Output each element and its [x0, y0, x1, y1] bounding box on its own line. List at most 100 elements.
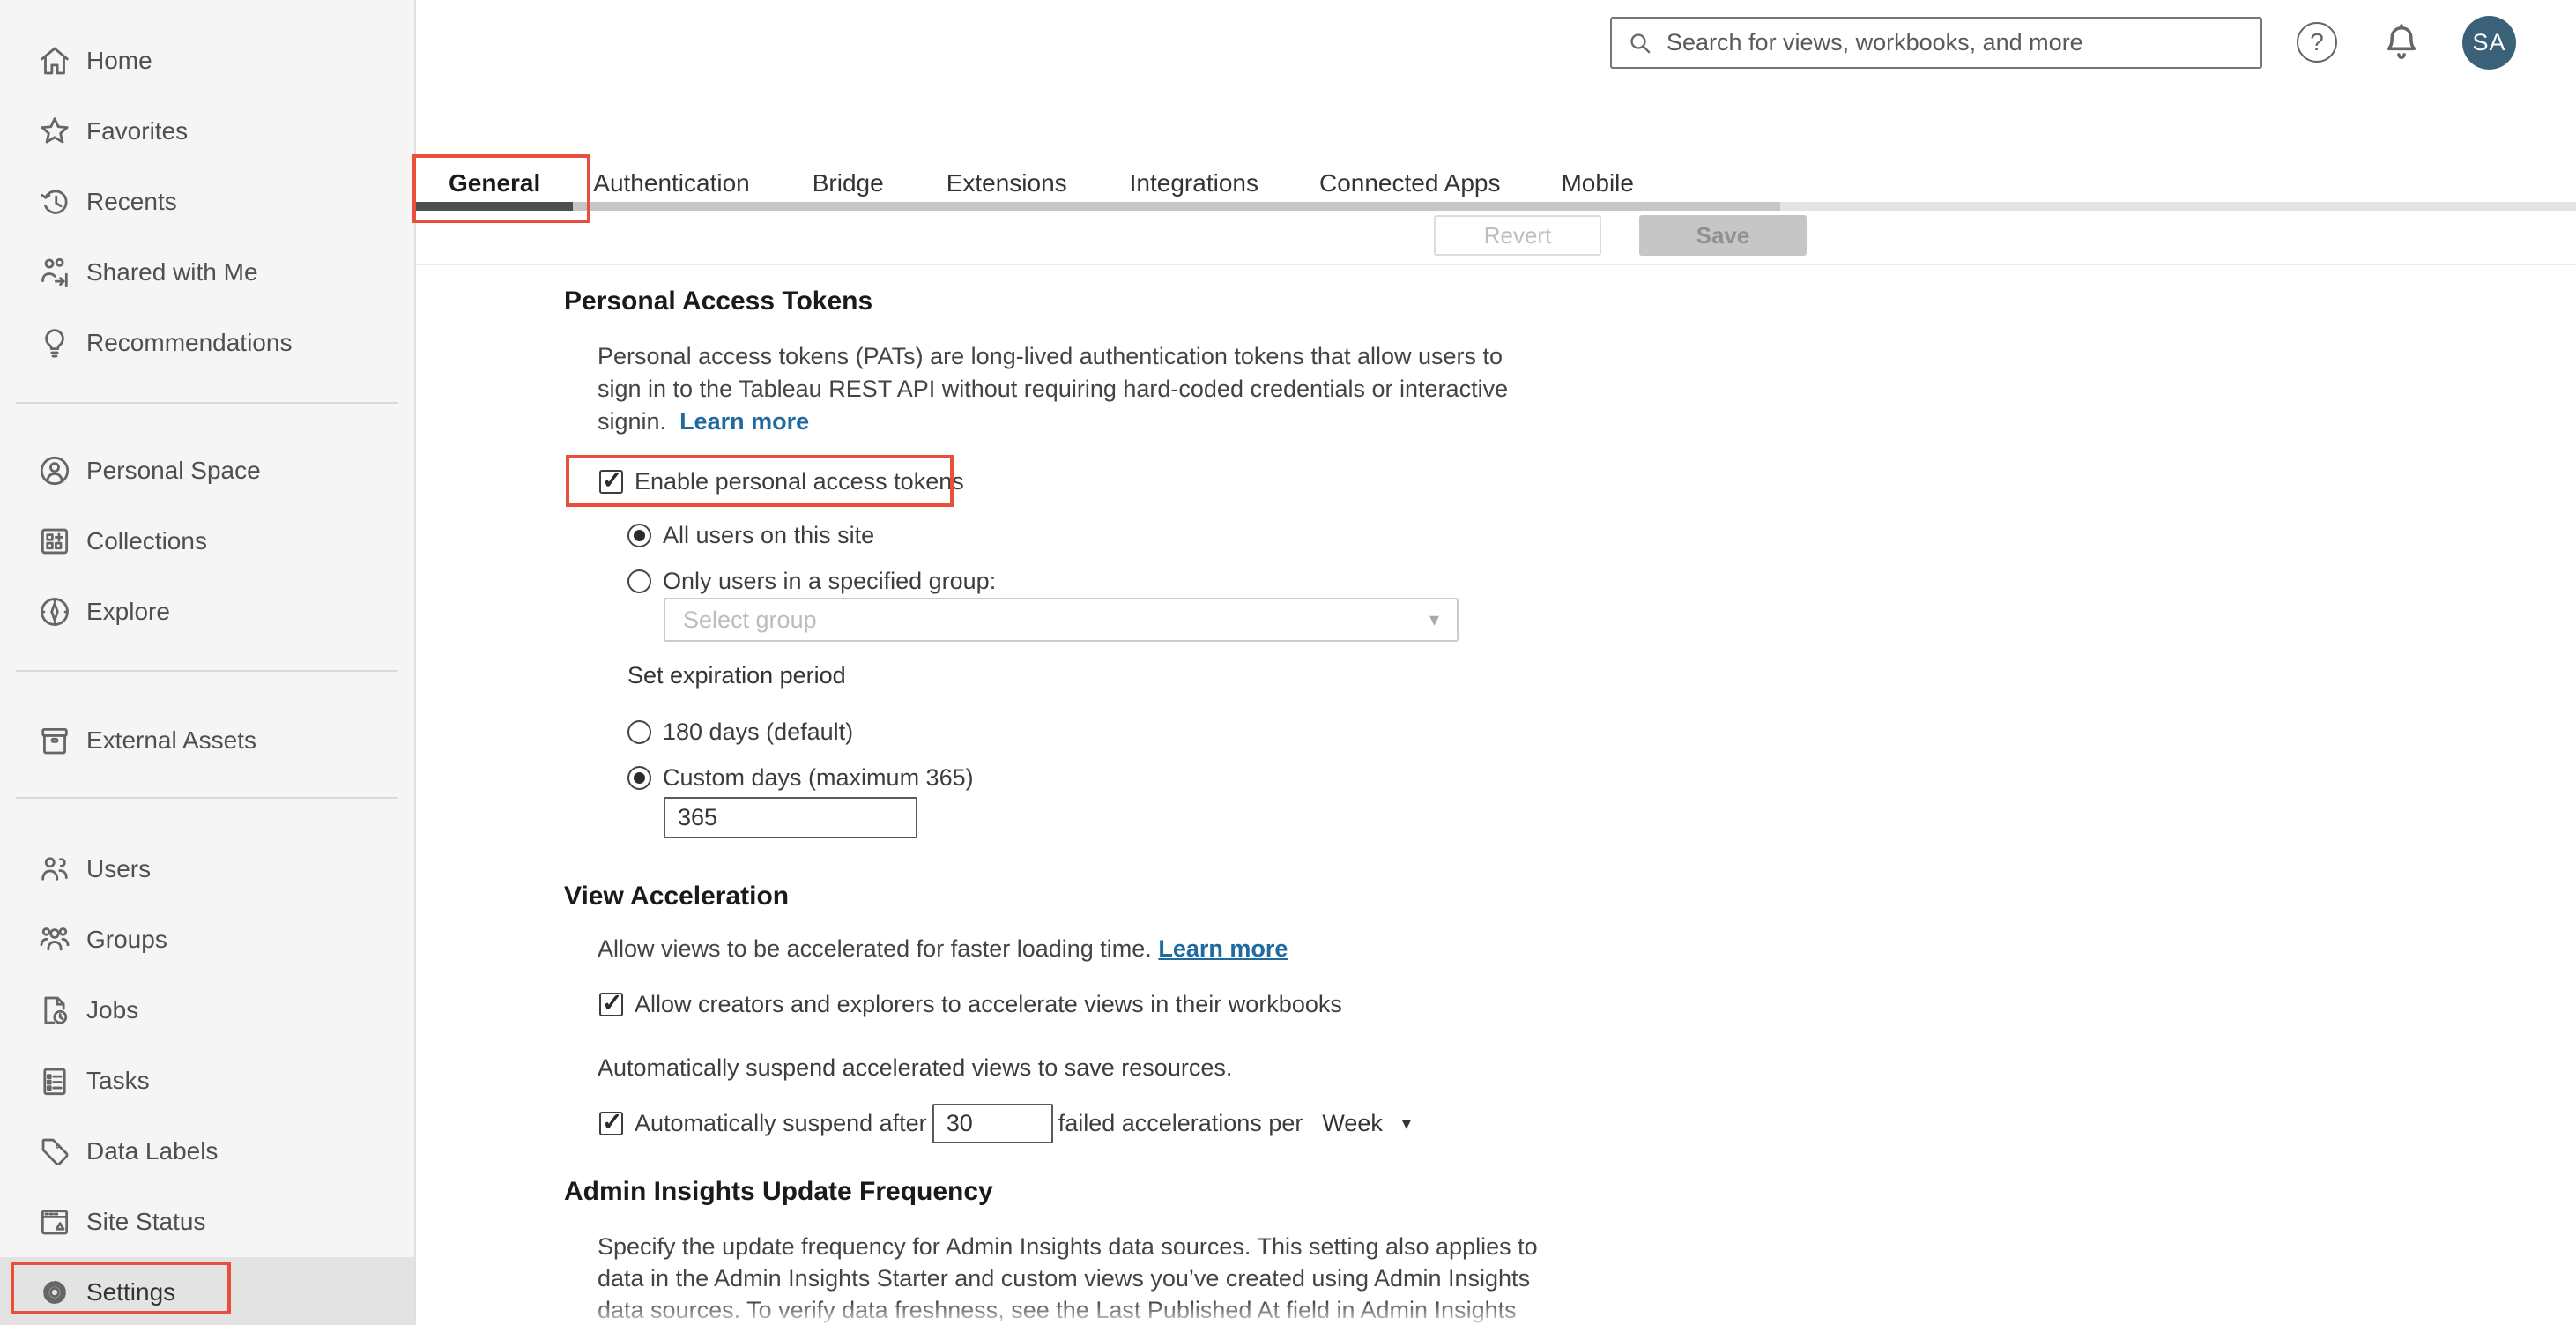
groups-icon [35, 920, 74, 959]
custom-days-row: Custom days (maximum 365) [627, 764, 974, 792]
sidebar-item-label: Tasks [86, 1067, 150, 1094]
specified-group-label: Only users in a specified group: [663, 568, 997, 594]
sidebar-item-label: Explore [86, 598, 170, 625]
period-value: Week [1322, 1110, 1383, 1136]
sidebar-item-recents[interactable]: Recents [0, 167, 414, 237]
pat-learn-more-link[interactable]: Learn more [679, 408, 809, 435]
auto-suspend-checkbox[interactable] [599, 1107, 623, 1136]
custom-days-input[interactable] [664, 797, 917, 838]
tab-authentication[interactable]: Authentication [593, 169, 749, 197]
sidebar-item-recommendations[interactable]: Recommendations [0, 308, 414, 378]
view-acceleration-title: View Acceleration [564, 882, 790, 911]
sidebar-item-label: Jobs [86, 996, 139, 1024]
all-users-row: All users on this site [627, 522, 874, 549]
sidebar-divider [16, 670, 398, 672]
allow-accelerate-checkbox[interactable] [599, 988, 623, 1017]
tab-extensions[interactable]: Extensions [947, 169, 1067, 197]
users-icon [35, 850, 74, 889]
search-input[interactable] [1667, 29, 2246, 56]
auto-suspend-suffix: failed accelerations per [1058, 1110, 1303, 1136]
sidebar-item-home[interactable]: Home [0, 26, 414, 96]
sidebar-item-users[interactable]: Users [0, 834, 414, 904]
sidebar-item-personal-space[interactable]: Personal Space [0, 435, 414, 506]
tableau-settings-page: Home Favorites Recents Shared with Me Re… [0, 0, 2576, 1325]
enable-pat-label: Enable personal access tokens [635, 468, 964, 495]
tag-icon [35, 1132, 74, 1171]
pat-description: Personal access tokens (PATs) are long-l… [598, 343, 1509, 435]
sidebar-divider [16, 402, 398, 404]
tab-connected-apps[interactable]: Connected Apps [1319, 169, 1501, 197]
sidebar-item-label: Recents [86, 188, 177, 215]
history-icon [35, 182, 74, 221]
avatar[interactable]: SA [2462, 16, 2516, 70]
days-180-label: 180 days (default) [663, 718, 854, 745]
help-icon[interactable]: ? [2297, 22, 2337, 63]
specified-group-radio[interactable] [627, 569, 651, 593]
sidebar-item-data-labels[interactable]: Data Labels [0, 1116, 414, 1187]
bottom-fade [418, 1302, 2576, 1325]
auto-suspend-row: Automatically suspend after failed accel… [599, 1103, 1411, 1144]
failed-accelerations-input[interactable] [932, 1104, 1053, 1143]
enable-pat-row: Enable personal access tokens [599, 465, 964, 495]
allow-accelerate-row: Allow creators and explorers to accelera… [599, 988, 1342, 1018]
enable-pat-checkbox[interactable] [599, 465, 623, 495]
search-icon [1630, 33, 1651, 53]
pat-section-title: Personal Access Tokens [564, 287, 873, 316]
header-divider [416, 264, 2576, 265]
view-acceleration-learn-more-link[interactable]: Learn more [1158, 935, 1288, 962]
tasks-icon [35, 1061, 74, 1100]
tab-scrollbar [416, 202, 2576, 211]
sidebar-item-label: Home [86, 47, 152, 74]
active-tab-underline [416, 202, 573, 211]
notifications-bell-icon[interactable] [2379, 19, 2424, 65]
group-select-dropdown[interactable]: Select group ▾ [664, 598, 1459, 642]
shared-icon [35, 253, 74, 292]
sidebar-item-label: Users [86, 855, 152, 882]
tab-general[interactable]: General [449, 169, 540, 197]
lightbulb-icon [35, 324, 74, 362]
sidebar-item-jobs[interactable]: Jobs [0, 975, 414, 1046]
jobs-icon [35, 991, 74, 1030]
sidebar-item-site-status[interactable]: Site Status [0, 1187, 414, 1257]
sidebar-item-tasks[interactable]: Tasks [0, 1046, 414, 1116]
period-dropdown[interactable]: Week ▾ [1322, 1110, 1411, 1137]
sidebar-item-groups[interactable]: Groups [0, 904, 414, 975]
site-status-icon [35, 1202, 74, 1241]
home-icon [35, 41, 74, 80]
chevron-down-icon: ▾ [1429, 608, 1439, 630]
days-180-radio[interactable] [627, 720, 651, 744]
sidebar-item-external-assets[interactable]: External Assets [0, 705, 414, 776]
drawer-icon [35, 721, 74, 760]
sidebar-item-label: Recommendations [86, 329, 293, 356]
revert-button[interactable]: Revert [1434, 215, 1601, 256]
sidebar: Home Favorites Recents Shared with Me Re… [0, 0, 416, 1325]
chevron-down-icon: ▾ [1401, 1114, 1411, 1134]
save-button[interactable]: Save [1639, 215, 1807, 256]
horizontal-scrollbar-thumb[interactable] [573, 202, 1780, 211]
person-circle-icon [35, 451, 74, 490]
sidebar-item-label: Collections [86, 527, 207, 555]
tab-mobile[interactable]: Mobile [1561, 169, 1633, 197]
star-icon [35, 112, 74, 151]
settings-tabs: General Authentication Bridge Extensions… [449, 152, 1634, 197]
sidebar-item-label: Settings [86, 1278, 176, 1306]
sidebar-item-label: Shared with Me [86, 258, 258, 286]
tab-bridge[interactable]: Bridge [813, 169, 884, 197]
gear-icon [35, 1273, 74, 1312]
custom-days-label: Custom days (maximum 365) [663, 764, 974, 791]
sidebar-item-explore[interactable]: Explore [0, 577, 414, 647]
sidebar-item-label: External Assets [86, 726, 256, 754]
tab-integrations[interactable]: Integrations [1130, 169, 1258, 197]
custom-days-radio[interactable] [627, 766, 651, 790]
all-users-radio[interactable] [627, 524, 651, 547]
horizontal-scrollbar-track[interactable] [1780, 202, 2576, 211]
sidebar-item-label: Site Status [86, 1208, 206, 1235]
admin-insights-title: Admin Insights Update Frequency [564, 1177, 993, 1206]
sidebar-item-collections[interactable]: Collections [0, 506, 414, 577]
sidebar-item-settings[interactable]: Settings [0, 1257, 414, 1325]
search-box [1610, 17, 2262, 69]
sidebar-item-label: Data Labels [86, 1137, 219, 1165]
sidebar-item-favorites[interactable]: Favorites [0, 96, 414, 167]
allow-accelerate-label: Allow creators and explorers to accelera… [635, 991, 1342, 1017]
sidebar-item-shared-with-me[interactable]: Shared with Me [0, 237, 414, 308]
